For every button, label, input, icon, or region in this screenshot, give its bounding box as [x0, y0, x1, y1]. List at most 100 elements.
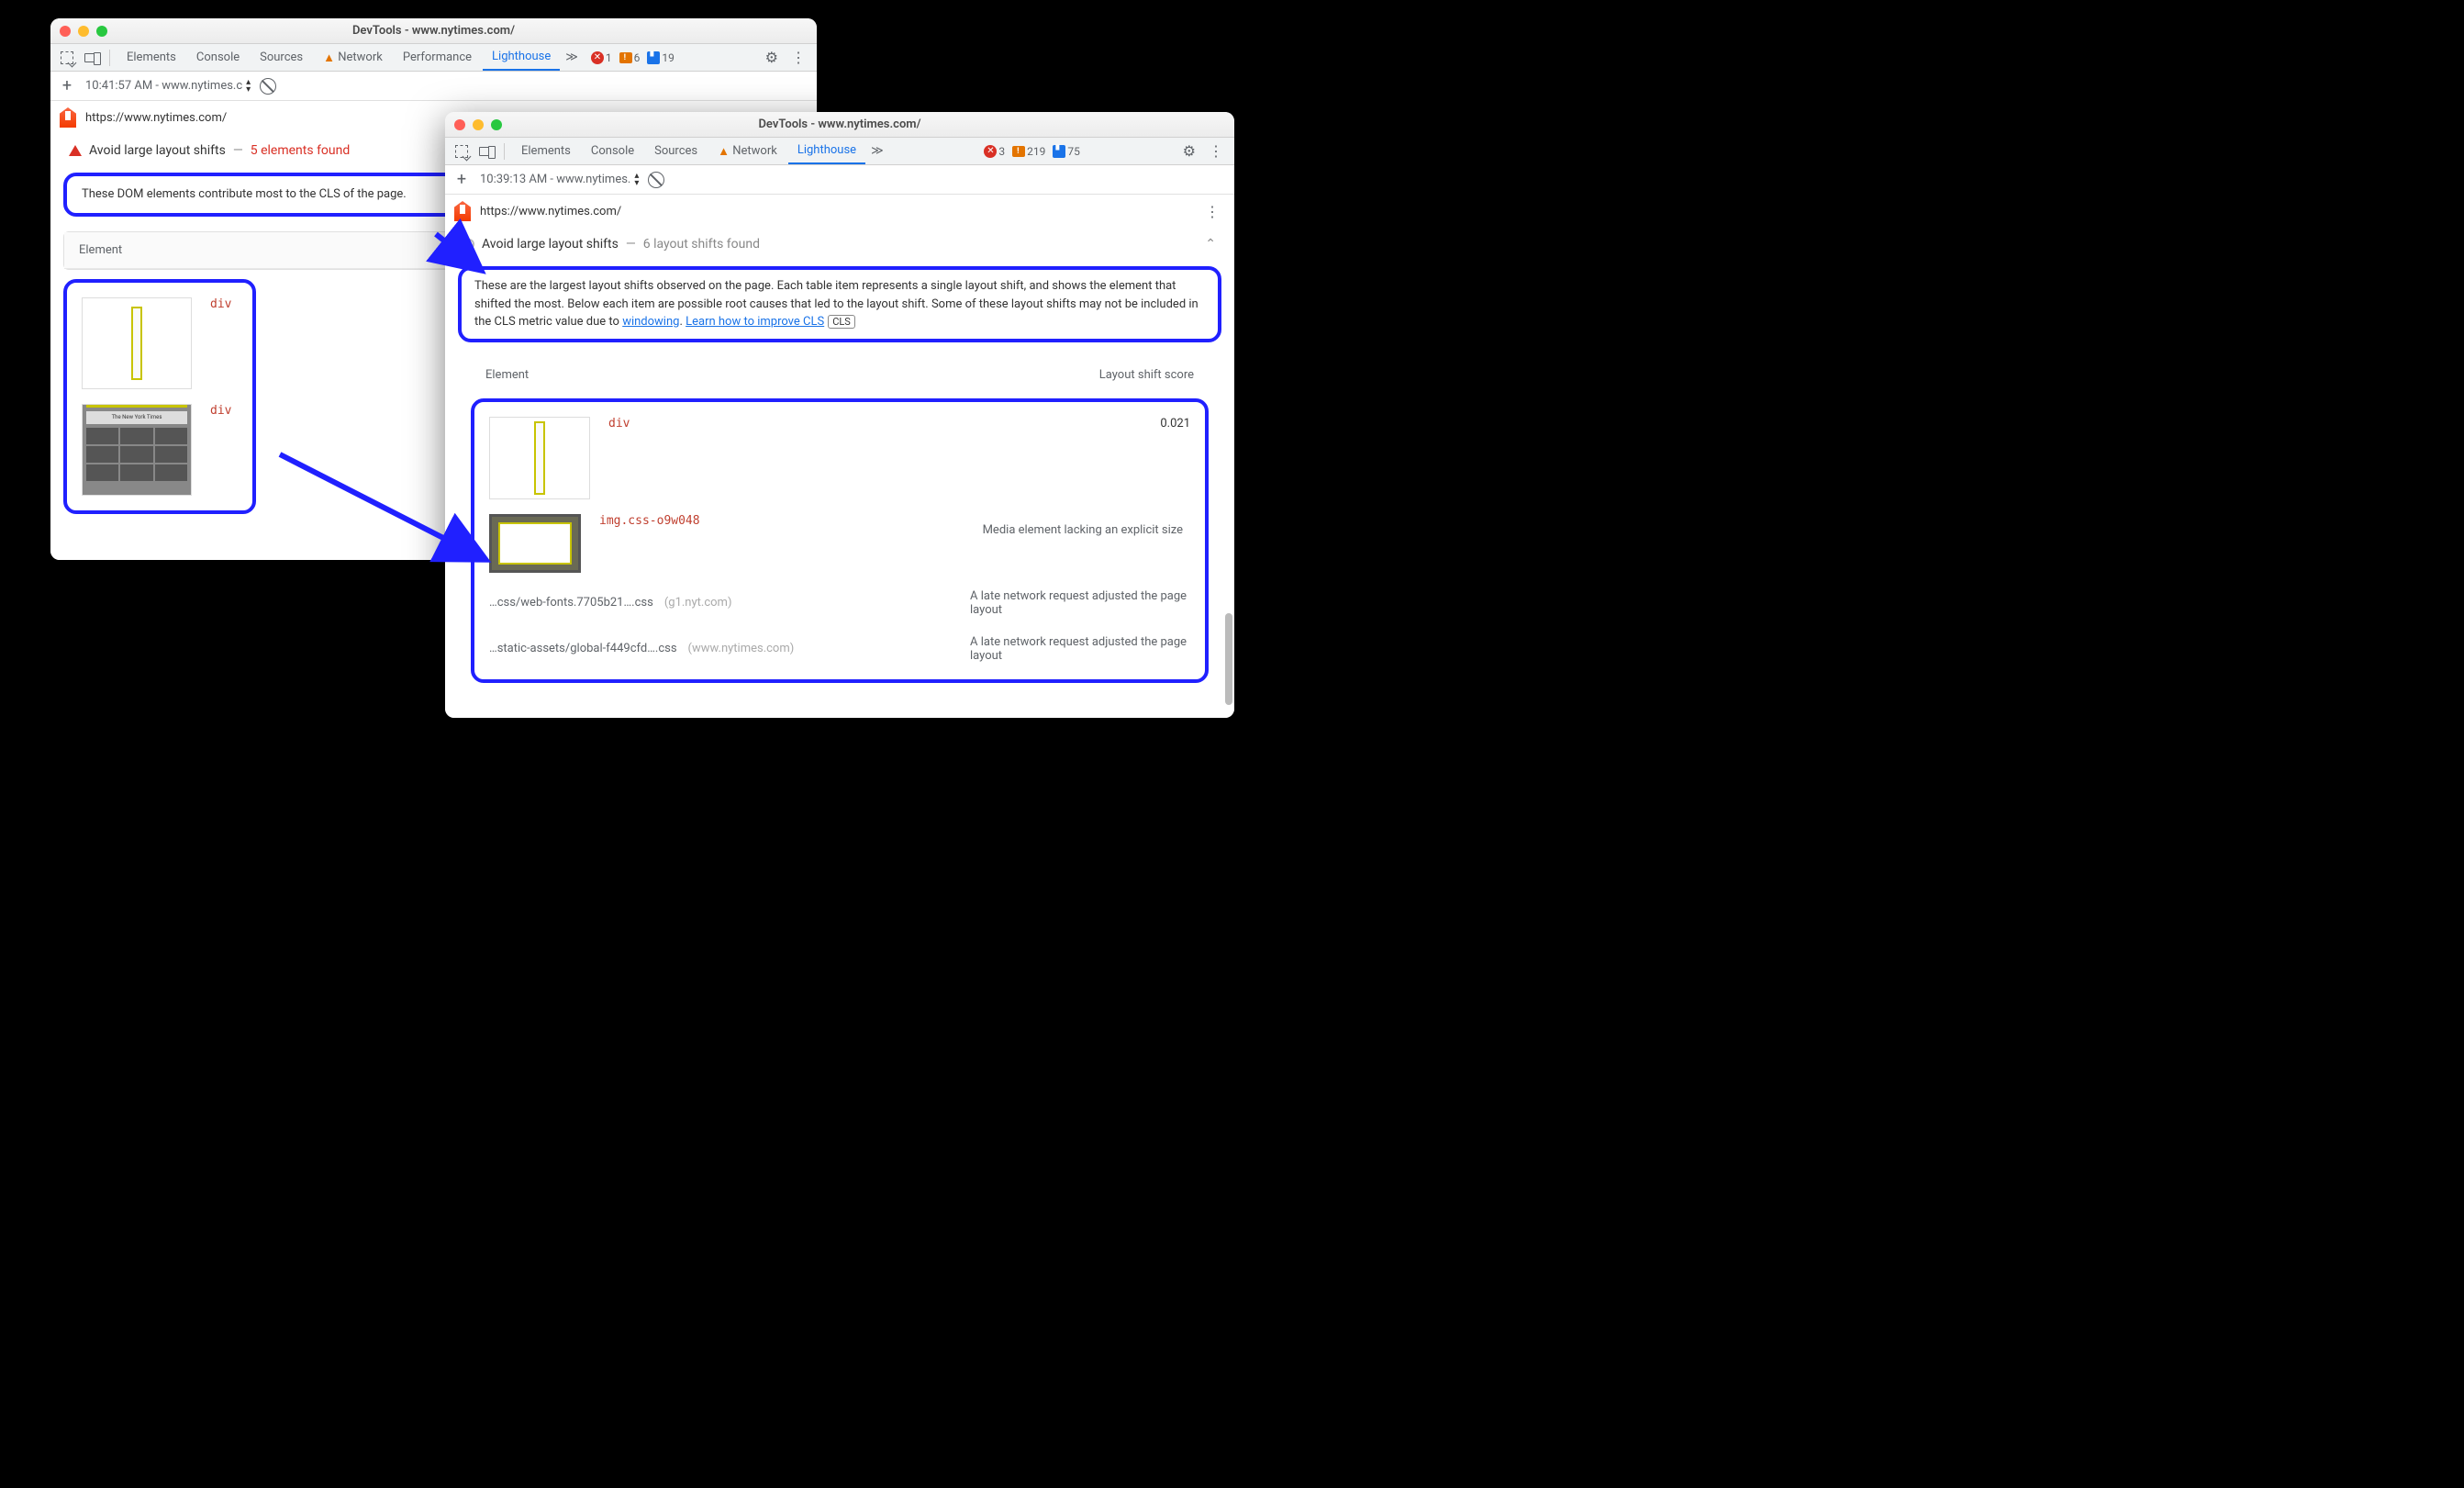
tab-lighthouse[interactable]: Lighthouse — [788, 138, 865, 164]
element-tag: img.css-o9w048 — [599, 514, 700, 528]
more-tabs-icon[interactable]: ≫ — [562, 50, 582, 64]
inspect-icon[interactable] — [451, 140, 473, 162]
report-menu-icon[interactable] — [1199, 203, 1225, 220]
element-tag: div — [608, 417, 630, 431]
new-report-button[interactable]: + — [58, 76, 76, 95]
close-icon[interactable] — [60, 26, 71, 37]
clear-icon[interactable] — [648, 172, 664, 188]
report-selector[interactable]: 10:39:13 AM - www.nytimes. ▴▾ — [480, 173, 639, 187]
tab-network-label: Network — [338, 50, 383, 64]
tab-performance[interactable]: Performance — [394, 44, 481, 71]
audit-title: Avoid large layout shifts — [482, 237, 619, 252]
warnings-num: 219 — [1027, 145, 1045, 158]
tab-lighthouse[interactable]: Lighthouse — [483, 44, 560, 71]
new-report-button[interactable]: + — [452, 170, 471, 189]
desc-text: These DOM elements contribute most to th… — [82, 187, 407, 201]
device-toggle-icon[interactable] — [80, 47, 102, 69]
audit-count: 6 layout shifts found — [643, 237, 760, 252]
audit-title: Avoid large layout shifts — [89, 143, 226, 158]
more-tabs-icon[interactable]: ≫ — [867, 144, 887, 158]
tab-network-label: Network — [732, 144, 777, 158]
shift-reason: Media element lacking an explicit size — [976, 514, 1190, 546]
issues-num: 75 — [1067, 145, 1080, 158]
zoom-icon[interactable] — [96, 26, 107, 37]
tab-elements[interactable]: Elements — [512, 138, 580, 164]
traffic-lights — [60, 26, 107, 37]
issues-count[interactable]: ▘19 — [647, 51, 675, 64]
devtools-toolbar: Elements Console Sources ▲ Network Perfo… — [50, 44, 817, 72]
inspect-icon[interactable] — [56, 47, 78, 69]
errors-count[interactable]: ✕3 — [984, 145, 1005, 158]
more-menu-icon[interactable] — [786, 49, 811, 66]
windowing-link[interactable]: windowing — [622, 315, 679, 329]
tab-network[interactable]: ▲ Network — [708, 138, 786, 164]
shift-details-callout: div 0.021 img.css-o9w048 Media element l… — [471, 398, 1209, 683]
element-row-2[interactable]: The New York Times div — [74, 397, 245, 503]
cls-chip: CLS — [828, 315, 855, 329]
status-group[interactable]: ✕3 219 ▘75 — [984, 145, 1079, 158]
audit-description: These are the largest layout shifts obse… — [458, 266, 1221, 342]
element-tag: div — [210, 297, 231, 311]
titlebar: DevTools - www.nytimes.com/ — [50, 18, 817, 44]
minimize-icon[interactable] — [473, 119, 484, 130]
audit-count: 5 elements found — [251, 143, 351, 158]
minimize-icon[interactable] — [78, 26, 89, 37]
learn-cls-link[interactable]: Learn how to improve CLS — [686, 315, 824, 329]
col-score: Layout shift score — [1099, 368, 1194, 382]
shift-row-1[interactable]: div 0.021 — [482, 409, 1198, 507]
close-icon[interactable] — [454, 119, 465, 130]
separator — [109, 50, 110, 66]
tab-sources[interactable]: Sources — [251, 44, 312, 71]
clear-icon[interactable] — [260, 78, 276, 95]
issues-num: 19 — [662, 51, 675, 64]
element-thumbnail: The New York Times — [82, 404, 192, 496]
element-row-1[interactable]: div — [74, 290, 245, 397]
tab-console[interactable]: Console — [187, 44, 249, 71]
settings-icon[interactable] — [1177, 142, 1201, 160]
settings-icon[interactable] — [760, 49, 784, 66]
warnings-count[interactable]: 219 — [1012, 145, 1045, 158]
traffic-lights — [454, 119, 502, 130]
col-element: Element — [485, 368, 529, 382]
warning-icon: ▲ — [718, 144, 730, 159]
source-host: (g1.nyt.com) — [664, 596, 732, 610]
audit-header[interactable]: Avoid large layout shifts — 6 layout shi… — [445, 228, 1234, 261]
tab-console[interactable]: Console — [582, 138, 643, 164]
tab-elements[interactable]: Elements — [117, 44, 185, 71]
report-timestamp: 10:39:13 AM - www.nytimes. — [480, 173, 630, 186]
audited-url: https://www.nytimes.com/ — [85, 111, 227, 125]
shift-row-3[interactable]: …css/web-fonts.7705b21….css (g1.nyt.com)… — [482, 580, 1198, 626]
errors-num: 1 — [606, 51, 612, 64]
errors-count[interactable]: ✕1 — [591, 51, 612, 64]
devtools-window-right: DevTools - www.nytimes.com/ Elements Con… — [445, 112, 1234, 718]
warnings-count[interactable]: 6 — [619, 51, 641, 64]
table-header: Element Layout shift score — [471, 357, 1209, 393]
collapse-icon[interactable]: ⌃ — [1205, 237, 1216, 252]
shift-row-4[interactable]: …static-assets/global-f449cfd….css (www.… — [482, 626, 1198, 672]
dropdown-icon: ▴▾ — [634, 173, 639, 187]
report-selector[interactable]: 10:41:57 AM - www.nytimes.c ▴▾ — [85, 79, 251, 94]
lighthouse-subbar: + 10:39:13 AM - www.nytimes. ▴▾ — [445, 165, 1234, 195]
lighthouse-icon — [60, 107, 76, 128]
dash: — — [626, 237, 636, 252]
devtools-toolbar: Elements Console Sources ▲ Network Light… — [445, 138, 1234, 165]
url-bar: https://www.nytimes.com/ — [445, 195, 1234, 228]
window-title: DevTools - www.nytimes.com/ — [445, 117, 1234, 131]
tab-network[interactable]: ▲ Network — [314, 44, 392, 71]
shift-row-2[interactable]: img.css-o9w048 Media element lacking an … — [482, 507, 1198, 580]
source-host: (www.nytimes.com) — [688, 642, 795, 655]
shift-reason: A late network request adjusted the page… — [970, 635, 1190, 663]
lighthouse-icon — [454, 201, 471, 221]
element-thumbnail — [489, 514, 581, 573]
zoom-icon[interactable] — [491, 119, 502, 130]
errors-num: 3 — [998, 145, 1005, 158]
scrollbar[interactable] — [1225, 613, 1232, 705]
tab-sources[interactable]: Sources — [645, 138, 707, 164]
more-menu-icon[interactable] — [1203, 142, 1229, 160]
elements-table: Element Layout shift score — [471, 357, 1209, 393]
status-group[interactable]: ✕1 6 ▘19 — [591, 51, 675, 64]
lighthouse-subbar: + 10:41:57 AM - www.nytimes.c ▴▾ — [50, 72, 817, 101]
issues-count[interactable]: ▘75 — [1053, 145, 1080, 158]
device-toggle-icon[interactable] — [474, 140, 496, 162]
element-tag: div — [210, 404, 231, 418]
